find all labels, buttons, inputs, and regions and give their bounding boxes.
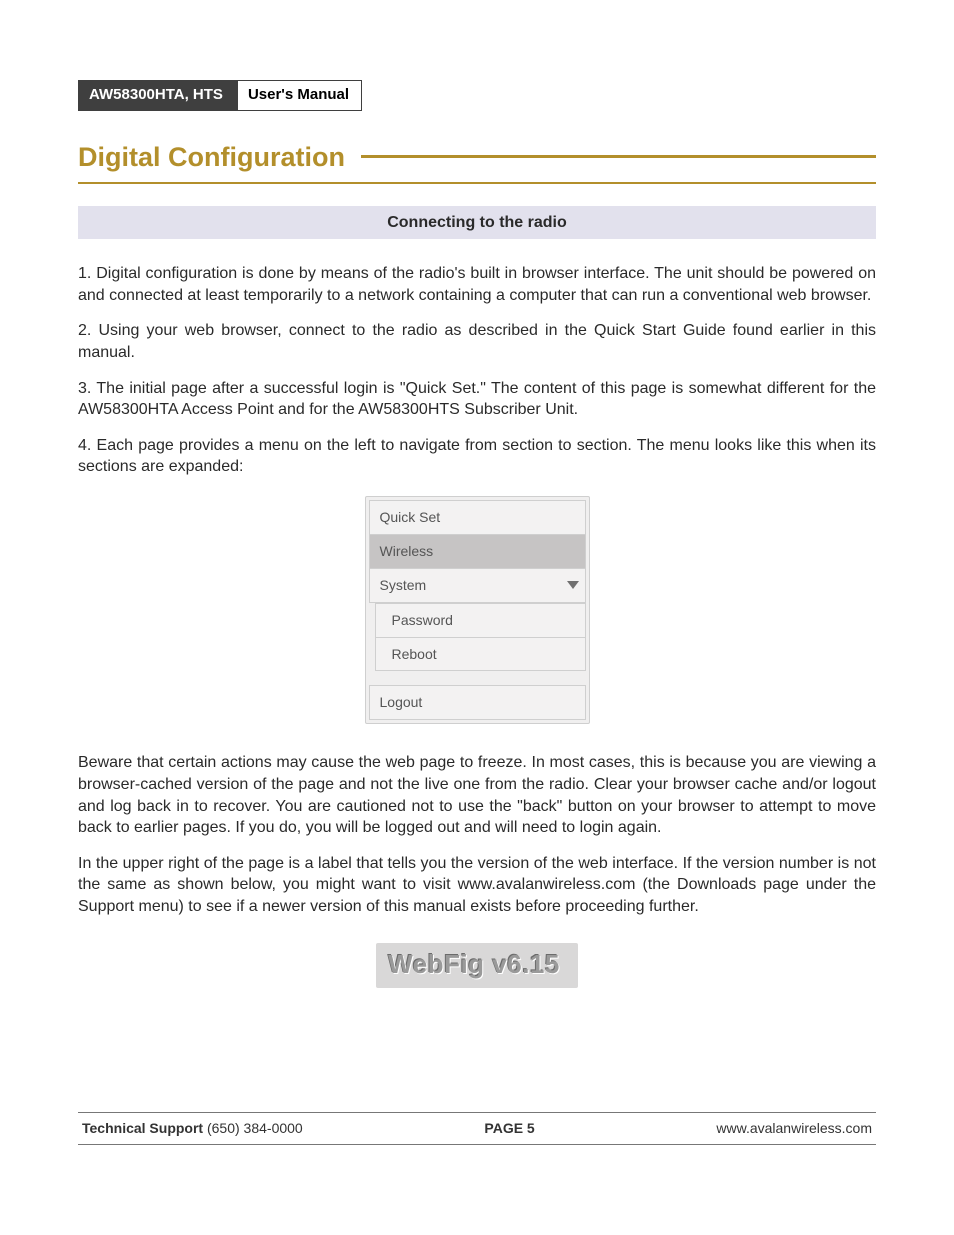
paragraph-5: Beware that certain actions may cause th… [78, 752, 876, 838]
body-text-2: Beware that certain actions may cause th… [78, 752, 876, 917]
section-title: Digital Configuration [78, 139, 361, 181]
doc-badge: User's Manual [238, 80, 362, 111]
paragraph-2: 2. Using your web browser, connect to th… [78, 320, 876, 363]
menu-submenu: Password Reboot [375, 603, 586, 672]
paragraph-3: 3. The initial page after a successful l… [78, 378, 876, 421]
section-title-rule [361, 155, 876, 158]
footer-url: www.avalanwireless.com [716, 1119, 872, 1138]
page-container: AW58300HTA, HTS User's Manual Digital Co… [0, 0, 954, 1235]
paragraph-4: 4. Each page provides a menu on the left… [78, 435, 876, 478]
webfig-version-label: WebFig v6.15 [376, 943, 578, 988]
paragraph-6: In the upper right of the page is a labe… [78, 853, 876, 918]
footer-support: Technical Support (650) 384-0000 [82, 1119, 303, 1138]
menu-item-reboot[interactable]: Reboot [375, 638, 586, 672]
footer-support-label: Technical Support [82, 1120, 203, 1136]
paragraph-1: 1. Digital configuration is done by mean… [78, 263, 876, 306]
version-label-wrap: WebFig v6.15 [78, 943, 876, 988]
menu-item-quickset[interactable]: Quick Set [369, 500, 586, 535]
menu-item-wireless[interactable]: Wireless [369, 535, 586, 569]
body-text: 1. Digital configuration is done by mean… [78, 263, 876, 478]
footer-support-phone: (650) 384-0000 [207, 1120, 303, 1136]
header-badge-row: AW58300HTA, HTS User's Manual [78, 80, 876, 111]
nav-menu: Quick Set Wireless System Password Reboo… [365, 496, 590, 724]
menu-item-system[interactable]: System [369, 569, 586, 603]
menu-screenshot: Quick Set Wireless System Password Reboo… [78, 496, 876, 724]
menu-item-logout[interactable]: Logout [369, 685, 586, 720]
menu-item-system-label: System [380, 576, 427, 595]
menu-spacer [369, 671, 586, 685]
menu-item-password[interactable]: Password [375, 603, 586, 638]
footer-page-label: PAGE 5 [484, 1120, 534, 1136]
chevron-down-icon [567, 581, 579, 589]
subtitle-bar: Connecting to the radio [78, 206, 876, 240]
page-footer: Technical Support (650) 384-0000 PAGE 5 … [78, 1112, 876, 1145]
section-title-row: Digital Configuration [78, 139, 876, 183]
model-badge: AW58300HTA, HTS [78, 80, 238, 111]
footer-page: PAGE 5 [484, 1119, 534, 1138]
